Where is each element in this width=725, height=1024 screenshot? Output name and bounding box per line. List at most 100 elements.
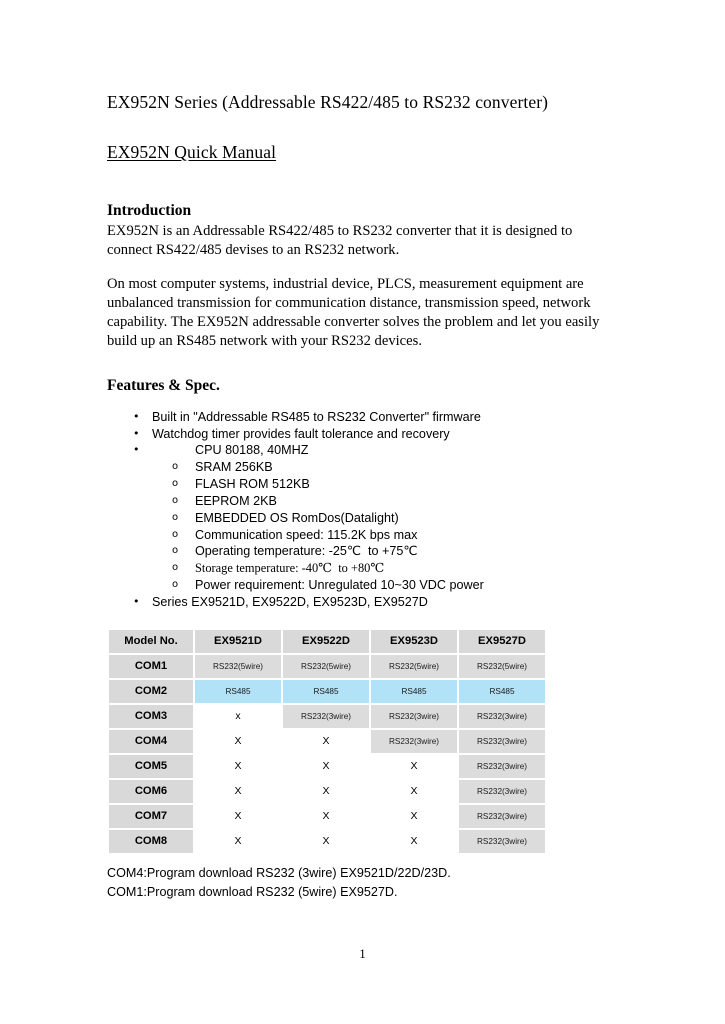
table-cell: RS232(3wire): [459, 704, 545, 728]
table-cell: RS232(3wire): [459, 804, 545, 828]
spec-list-item-label: FLASH ROM 512KB: [195, 477, 310, 492]
table-column-header: EX9523D: [371, 629, 457, 653]
table-row-header: COM7: [109, 804, 193, 828]
table-row-header: COM8: [109, 829, 193, 853]
spec-list-item: • CPU 80188, 40MHZ: [107, 442, 619, 459]
table-header-row: Model No. EX9521D EX9522D EX9523D EX9527D: [109, 629, 545, 653]
table-cell: X: [195, 754, 281, 778]
model-comparison-table: Model No. EX9521D EX9522D EX9523D EX9527D CO…: [107, 628, 547, 855]
spec-list-item-label: CPU 80188, 40MHZ: [195, 443, 309, 458]
introduction-paragraph-2: On most computer systems, industrial dev…: [107, 275, 600, 349]
table-row: COM5 X X X RS232(3wire): [109, 754, 545, 778]
table-cell: X: [371, 779, 457, 803]
table-row: COM4 X X RS232(3wire) RS232(3wire): [109, 729, 545, 753]
table-cell: RS232(3wire): [371, 729, 457, 753]
table-cell: X: [283, 804, 369, 828]
features-heading: Features & Spec.: [107, 377, 220, 395]
table-cell: X: [195, 829, 281, 853]
table-body: COM1 RS232(5wire) RS232(5wire) RS232(5wire)…: [109, 654, 545, 853]
table-row: COM8 X X X RS232(3wire): [109, 829, 545, 853]
table-row-header: COM6: [109, 779, 193, 803]
table-cell: RS485: [195, 679, 281, 703]
sub-bullet-icon: o: [172, 461, 179, 473]
bullet-icon: •: [133, 409, 140, 423]
table-row-header: COM1: [109, 654, 193, 678]
table-cell: RS232(3wire): [283, 704, 369, 728]
table-column-header: EX9527D: [459, 629, 545, 653]
table-cell: X: [195, 729, 281, 753]
spec-list-item-label: EMBEDDED OS RomDos(Datalight): [195, 510, 399, 525]
table-column-header: EX9521D: [195, 629, 281, 653]
introduction-paragraph-1: EX952N is an Addressable RS422/485 to RS…: [107, 222, 573, 258]
sub-bullet-icon: o: [172, 511, 179, 523]
table-cell: X: [283, 829, 369, 853]
table-cell: RS232(5wire): [459, 654, 545, 678]
sub-bullet-icon: o: [172, 528, 179, 540]
spec-list-item-label: Storage temperature: -40℃ to +80℃: [195, 561, 385, 576]
spec-list-item-label: Series EX9521D, EX9522D, EX9523D, EX9527…: [152, 594, 428, 609]
spec-list-item-label: Communication speed: 115.2K bps max: [195, 527, 418, 542]
document-subtitle: EX952N Quick Manual: [107, 142, 619, 163]
features-spec-list: • Built in "Addressable RS485 to RS232 Co…: [107, 409, 619, 611]
introduction-heading: Introduction: [107, 202, 192, 220]
spec-list-item: o FLASH ROM 512KB: [107, 476, 619, 493]
spec-list-item-label: Watchdog timer provides fault tolerance …: [152, 426, 450, 441]
bullet-icon: •: [133, 594, 140, 608]
table-cell: RS232(3wire): [459, 754, 545, 778]
table-cell: RS485: [371, 679, 457, 703]
table-cell: X: [371, 829, 457, 853]
spec-list-item: o Power requirement: Unregulated 10~30 VD…: [107, 577, 619, 594]
table-cell: RS232(3wire): [371, 704, 457, 728]
spec-list-item: • Series EX9521D, EX9522D, EX9523D, EX952…: [107, 594, 619, 611]
table-cell: RS232(5wire): [283, 654, 369, 678]
spec-list-item: o EMBEDDED OS RomDos(Datalight): [107, 510, 619, 527]
table-cell: X: [283, 729, 369, 753]
table-row: COM3 x RS232(3wire) RS232(3wire) RS232(3wire…: [109, 704, 545, 728]
table-cell: X: [283, 779, 369, 803]
document-page: EX952N Series (Addressable RS422/485 to …: [0, 0, 725, 1024]
spec-list-item: o EEPROM 2KB: [107, 493, 619, 510]
spec-list-item-label: Power requirement: Unregulated 10~30 VDC…: [195, 577, 484, 592]
table-cell: RS485: [283, 679, 369, 703]
sub-bullet-icon: o: [172, 478, 179, 490]
table-cell: RS232(3wire): [459, 829, 545, 853]
spec-list-item: o SRAM 256KB: [107, 459, 619, 476]
table-footnote: COM1:Program download RS232 (5wire) EX95…: [107, 884, 398, 899]
spec-list-item-label: Operating temperature: -25℃ to +75℃: [195, 544, 418, 559]
table-row: COM1 RS232(5wire) RS232(5wire) RS232(5wire)…: [109, 654, 545, 678]
table-row-header: COM3: [109, 704, 193, 728]
table-row: COM7 X X X RS232(3wire): [109, 804, 545, 828]
page-number: 1: [359, 946, 366, 961]
table-row: COM6 X X X RS232(3wire): [109, 779, 545, 803]
bullet-icon: •: [133, 443, 140, 457]
spec-list-item: • Built in "Addressable RS485 to RS232 Co…: [107, 409, 619, 426]
table-header: Model No. EX9521D EX9522D EX9523D EX9527D: [109, 629, 545, 653]
sub-bullet-icon: o: [172, 578, 179, 590]
table-corner-header: Model No.: [109, 629, 193, 653]
table-row-header: COM4: [109, 729, 193, 753]
bullet-icon: •: [133, 426, 140, 440]
table-footnotes: COM4:Program download RS232 (3wire) EX95…: [107, 864, 619, 902]
table-column-header: EX9522D: [283, 629, 369, 653]
table-cell: RS485: [459, 679, 545, 703]
table-row-header: COM2: [109, 679, 193, 703]
spec-list-item-label: EEPROM 2KB: [195, 493, 277, 508]
table-row: COM2 RS485 RS485 RS485 RS485: [109, 679, 545, 703]
spec-list-item: • Watchdog timer provides fault tolerance…: [107, 426, 619, 443]
document-content: EX952N Series (Addressable RS422/485 to …: [107, 92, 619, 902]
spec-list-item: o Communication speed: 115.2K bps max: [107, 527, 619, 544]
table-cell: X: [195, 779, 281, 803]
table-cell: RS232(5wire): [195, 654, 281, 678]
table-cell: X: [195, 804, 281, 828]
sub-bullet-icon: o: [172, 562, 179, 574]
spec-list-item: o Storage temperature: -40℃ to +80℃: [107, 560, 619, 577]
sub-bullet-icon: o: [172, 545, 179, 557]
table-cell: RS232(5wire): [371, 654, 457, 678]
table-cell: RS232(3wire): [459, 729, 545, 753]
table-footnote: COM4:Program download RS232 (3wire) EX95…: [107, 865, 451, 880]
table-cell: X: [371, 804, 457, 828]
spec-list-item-label: SRAM 256KB: [195, 460, 273, 475]
spec-list-item: o Operating temperature: -25℃ to +75℃: [107, 543, 619, 560]
table-cell: X: [371, 754, 457, 778]
document-subtitle-text: EX952N Quick Manual: [107, 141, 277, 162]
